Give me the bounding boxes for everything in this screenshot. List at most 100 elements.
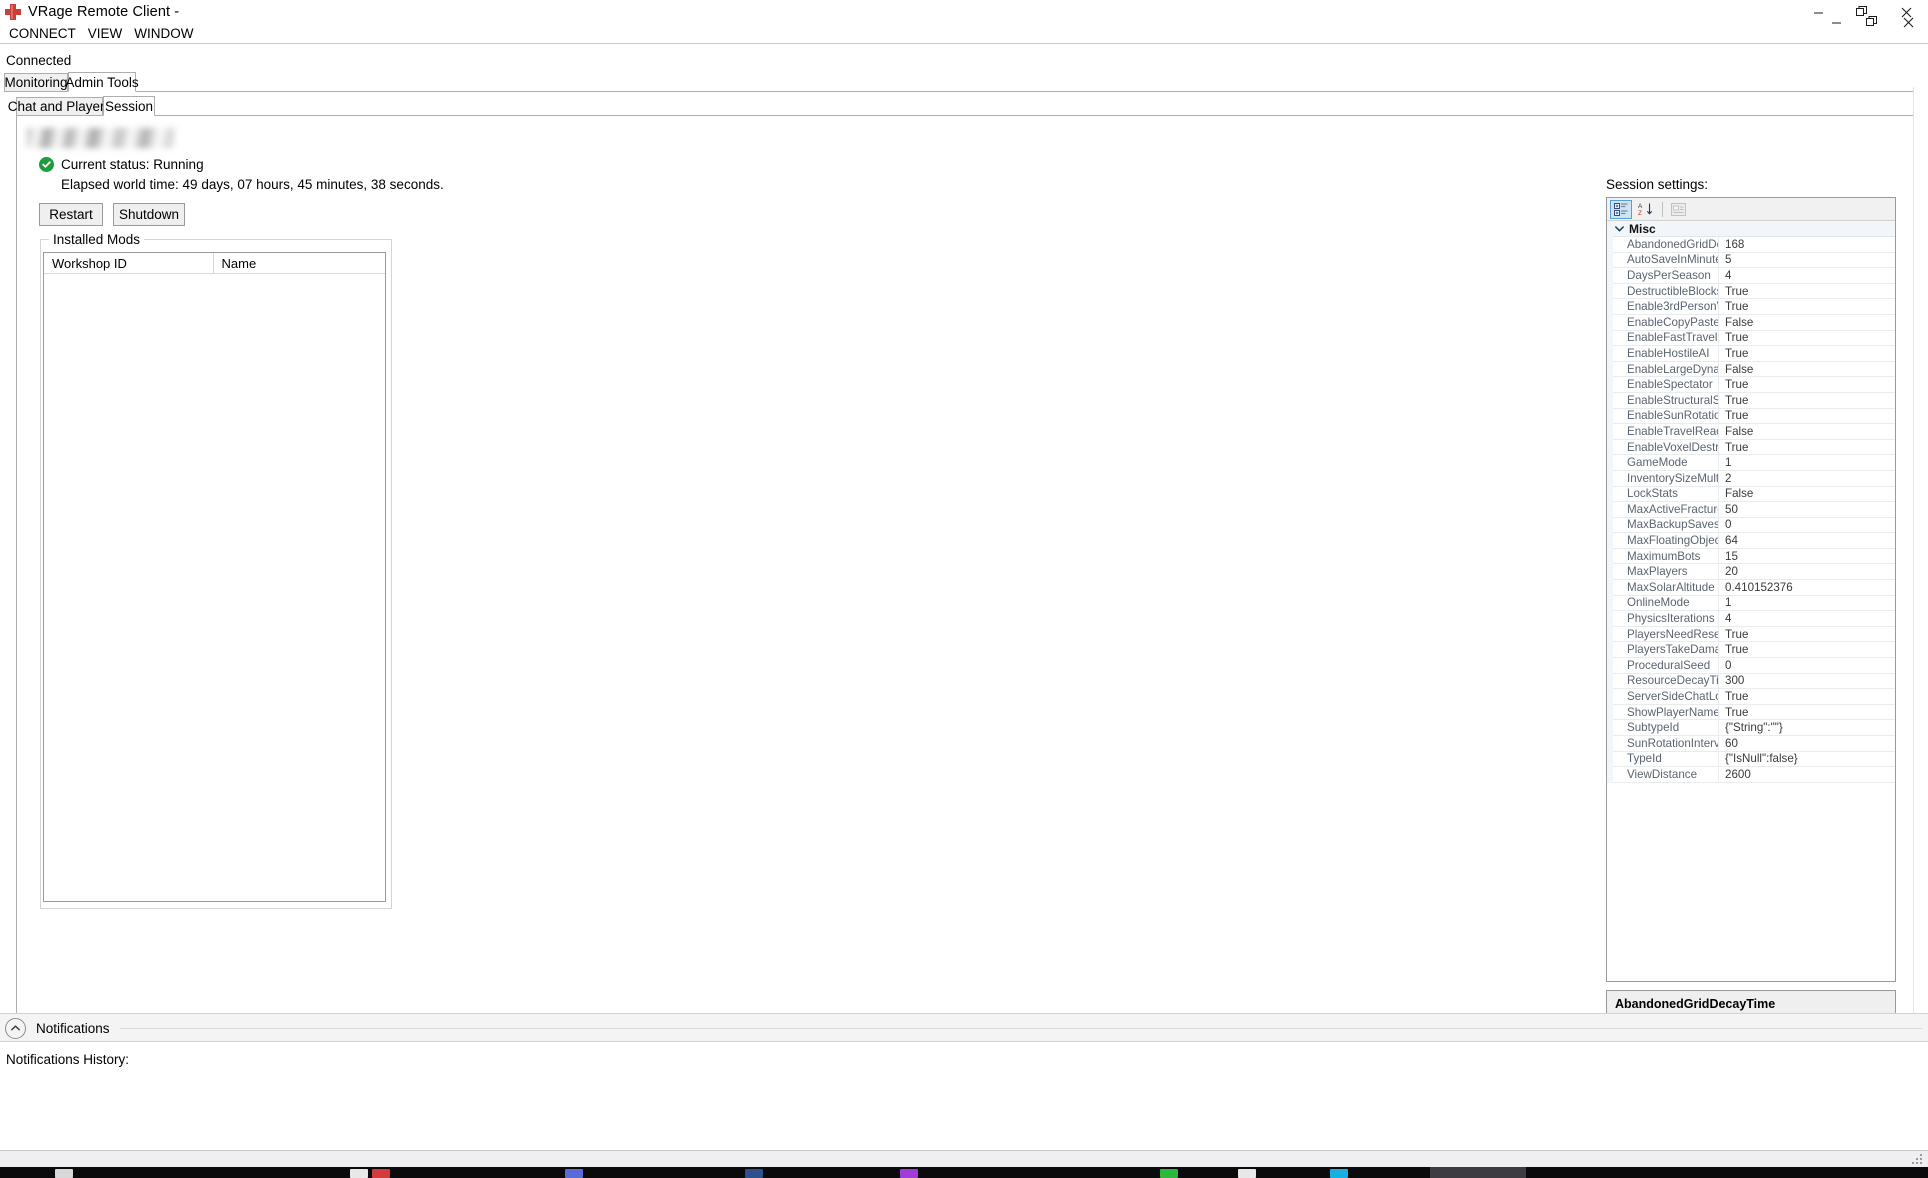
property-row[interactable]: DestructibleBlocks True (1607, 283, 1895, 300)
property-value[interactable]: 15 (1719, 549, 1895, 564)
property-value[interactable]: 0 (1719, 518, 1895, 533)
property-pages-button[interactable] (1667, 200, 1689, 219)
property-row[interactable]: MaxBackupSaves 0 (1607, 517, 1895, 534)
taskbar-app-icon[interactable] (900, 1169, 918, 1178)
property-row[interactable]: SubtypeId {"String":""} (1607, 720, 1895, 736)
taskbar-app-icon[interactable] (1330, 1169, 1348, 1178)
categorized-view-button[interactable] (1610, 199, 1632, 219)
property-row[interactable]: TypeId {"IsNull":false} (1607, 751, 1895, 768)
property-value[interactable]: False (1719, 487, 1895, 502)
property-value[interactable]: 20 (1719, 564, 1895, 579)
taskbar-app-icon[interactable] (350, 1169, 368, 1178)
property-value[interactable]: 50 (1719, 502, 1895, 517)
mdi-minimize-icon[interactable] (1818, 2, 1854, 42)
alphabetical-sort-button[interactable]: A Z (1634, 200, 1656, 219)
property-row[interactable]: MaxActiveFracturePieces50 (1607, 502, 1895, 518)
property-row[interactable]: EnableTravelReachabilityFalse (1607, 424, 1895, 440)
property-value[interactable]: 1 (1719, 455, 1895, 470)
tab-admin-tools[interactable]: Admin Tools (65, 72, 139, 92)
property-row[interactable]: OnlineMode 1 (1607, 595, 1895, 612)
taskbar-app-icon[interactable] (1160, 1169, 1178, 1178)
property-value[interactable]: 0.410152376 (1719, 580, 1895, 595)
property-value[interactable]: True (1719, 393, 1895, 408)
property-row[interactable]: MaximumBots 15 (1607, 548, 1895, 565)
property-row[interactable]: MaxFloatingObjects64 (1607, 533, 1895, 549)
property-value[interactable]: True (1719, 377, 1895, 392)
property-value[interactable]: True (1719, 440, 1895, 455)
property-value[interactable]: 64 (1719, 533, 1895, 548)
property-row[interactable]: MaxPlayers 20 (1607, 564, 1895, 581)
property-value[interactable]: 2 (1719, 471, 1895, 486)
column-header-workshop-id[interactable]: Workshop ID (44, 253, 214, 273)
property-value[interactable]: 60 (1719, 736, 1895, 751)
property-value[interactable]: True (1719, 627, 1895, 642)
shutdown-button[interactable]: Shutdown (113, 203, 185, 226)
property-row[interactable]: EnableLargeDynamicGridFalse (1607, 361, 1895, 378)
property-value[interactable]: 300 (1719, 674, 1895, 689)
property-row[interactable]: EnableVoxelDestructionTrue (1607, 439, 1895, 456)
tab-chat-and-players[interactable]: Chat and Players (8, 97, 111, 116)
property-row[interactable]: EnableSunRotation True (1607, 408, 1895, 425)
property-value[interactable]: {"IsNull":false} (1719, 752, 1895, 767)
menu-window[interactable]: WINDOW (129, 25, 200, 43)
property-value[interactable]: True (1719, 689, 1895, 704)
property-value[interactable]: True (1719, 331, 1895, 346)
property-row[interactable]: LockStats False (1607, 486, 1895, 503)
property-value[interactable]: 5 (1719, 253, 1895, 268)
tab-session[interactable]: Session (103, 96, 155, 116)
column-header-name[interactable]: Name (213, 253, 385, 273)
property-value[interactable]: True (1719, 409, 1895, 424)
property-value[interactable]: 1 (1719, 596, 1895, 611)
installed-mods-table[interactable]: Workshop ID Name (43, 252, 386, 902)
menu-view[interactable]: VIEW (83, 25, 130, 43)
mdi-close-icon[interactable] (1890, 2, 1926, 42)
property-row[interactable]: PhysicsIterations 4 (1607, 611, 1895, 627)
property-row[interactable]: PlayersTakeDamageTrue (1607, 642, 1895, 659)
property-row[interactable]: ProceduralSeed 0 (1607, 658, 1895, 674)
taskbar-app-icon[interactable] (565, 1169, 583, 1178)
property-value[interactable]: 4 (1719, 611, 1895, 626)
property-row[interactable]: AutoSaveInMinutes 5 (1607, 252, 1895, 269)
property-row[interactable]: ShowPlayerNamesOnHudTrue (1607, 704, 1895, 721)
property-value[interactable]: True (1719, 705, 1895, 720)
property-value[interactable]: False (1719, 362, 1895, 377)
property-value[interactable]: 4 (1719, 268, 1895, 283)
property-row[interactable]: InventorySizeMultiplier2 (1607, 470, 1895, 487)
property-row[interactable]: SunRotationIntervalMinutes60 (1607, 736, 1895, 752)
property-row[interactable]: MaxSolarAltitude 0.410152376 (1607, 580, 1895, 596)
property-value[interactable]: False (1719, 424, 1895, 439)
property-value[interactable]: 168 (1719, 237, 1895, 252)
taskbar-app-icon[interactable] (1238, 1169, 1256, 1178)
property-value[interactable]: False (1719, 315, 1895, 330)
mdi-restore-icon[interactable] (1854, 2, 1890, 42)
menu-connect[interactable]: CONNECT (4, 25, 83, 43)
property-row[interactable]: EnableStructuralSimulationTrue (1607, 392, 1895, 409)
property-row[interactable]: GameMode 1 (1607, 455, 1895, 471)
property-row[interactable]: EnableFastTravel True (1607, 330, 1895, 347)
restart-button[interactable]: Restart (39, 203, 103, 226)
right-scroll-gutter[interactable] (1913, 87, 1928, 1067)
property-row[interactable]: EnableHostileAI True (1607, 346, 1895, 362)
taskbar-app-icon[interactable] (745, 1169, 763, 1178)
taskbar-active-window[interactable] (1430, 1167, 1526, 1178)
property-row[interactable]: ViewDistance 2600 (1607, 767, 1895, 783)
property-row[interactable]: ServerSideChatLoggingTrue (1607, 689, 1895, 705)
property-row[interactable]: Enable3rdPersonViewTrue (1607, 299, 1895, 315)
property-value[interactable]: True (1719, 642, 1895, 657)
taskbar-app-icon[interactable] (372, 1169, 390, 1178)
property-value[interactable]: 2600 (1719, 767, 1895, 782)
property-value[interactable]: {"String":""} (1719, 720, 1895, 735)
property-row[interactable]: EnableSpectator True (1607, 377, 1895, 393)
property-row[interactable]: ResourceDecayTime300 (1607, 673, 1895, 690)
property-row[interactable]: EnableCopyPaste False (1607, 314, 1895, 331)
property-value[interactable]: True (1719, 299, 1895, 314)
property-value[interactable]: True (1719, 284, 1895, 299)
chevron-up-icon[interactable] (5, 1017, 26, 1039)
os-taskbar[interactable] (0, 1167, 1928, 1178)
property-category-misc[interactable]: Misc (1607, 221, 1895, 237)
tab-monitoring[interactable]: Monitoring (4, 73, 68, 92)
property-row[interactable]: PlayersNeedResearchTrue (1607, 626, 1895, 643)
property-value[interactable]: 0 (1719, 658, 1895, 673)
taskbar-app-icon[interactable] (55, 1169, 73, 1178)
property-row[interactable]: DaysPerSeason 4 (1607, 268, 1895, 284)
